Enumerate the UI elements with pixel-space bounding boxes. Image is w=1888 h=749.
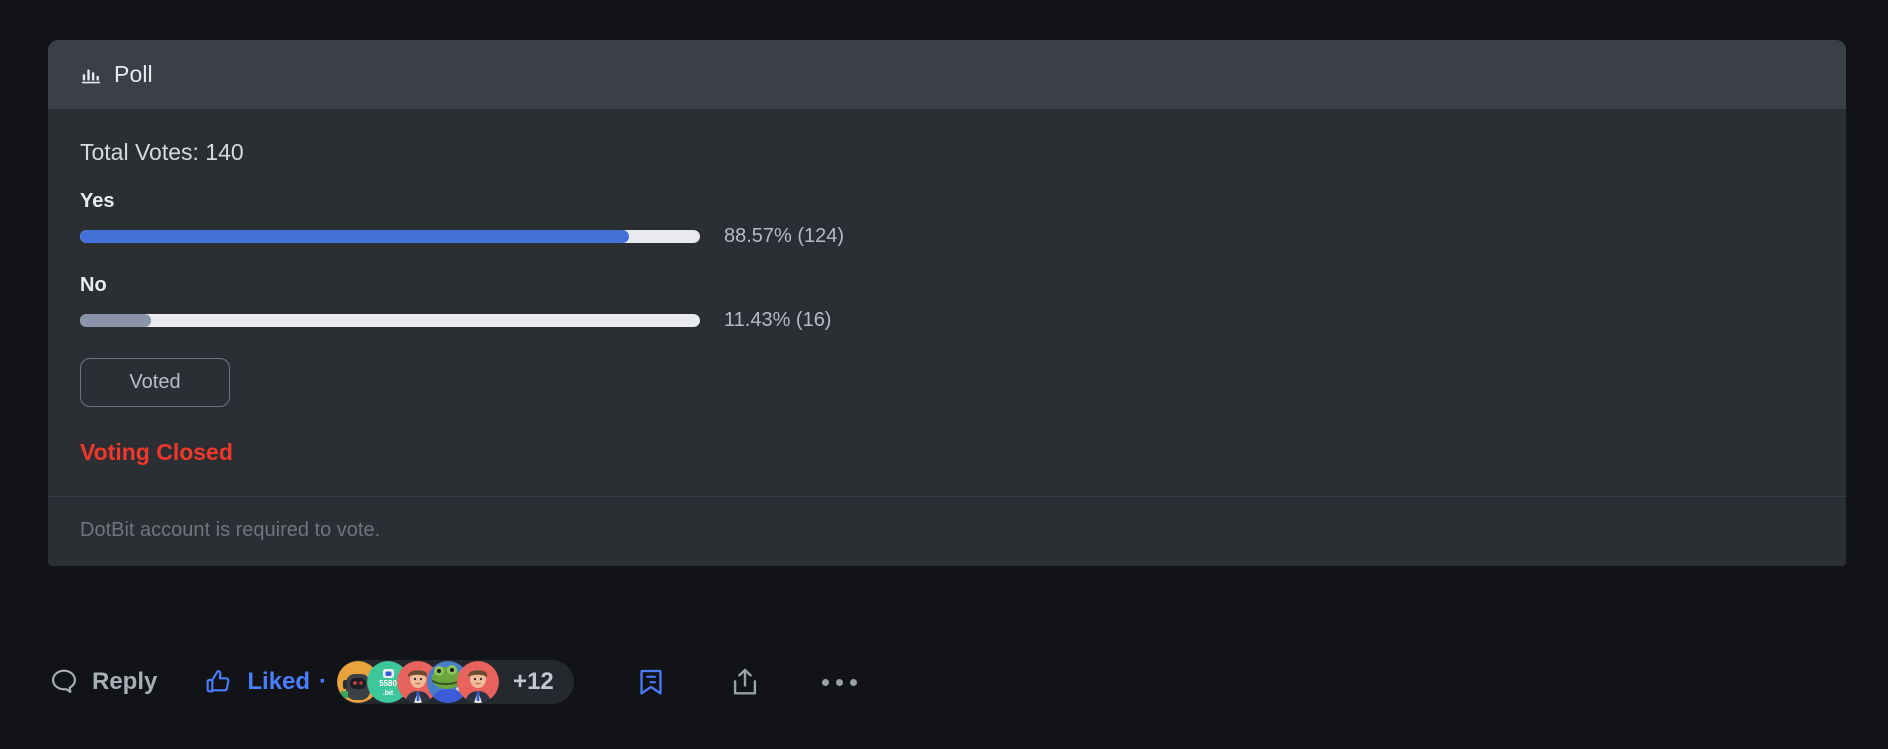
poll-option-no[interactable]: No 11.43% (16) [80, 274, 1814, 332]
share-button[interactable] [728, 665, 762, 699]
poll-option-label: No [80, 274, 107, 296]
poll-body: Total Votes: 140 Yes 88.57% (124) No 11.… [48, 109, 1846, 496]
poll-option-row: 11.43% (16) [80, 309, 1814, 332]
share-upload-icon [733, 668, 756, 695]
poll-option-row: 88.57% (124) [80, 225, 1814, 248]
thumbs-up-icon [206, 670, 230, 693]
poll-option-yes[interactable]: Yes 88.57% (124) [80, 190, 1814, 248]
like-button[interactable]: Liked · [203, 666, 327, 698]
comment-bubble-icon [51, 669, 76, 693]
bookmark-icon [640, 669, 662, 695]
svg-text:5580: 5580 [379, 679, 397, 688]
post-detail-screen: Poll Total Votes: 140 Yes 88.57% (124) N… [0, 0, 1888, 749]
poll-bar-chart-icon [81, 69, 101, 83]
reply-button[interactable]: Reply [48, 666, 157, 698]
voting-closed-status: Voting Closed [80, 439, 233, 465]
more-horizontal-icon [821, 678, 857, 686]
poll-option-value: 88.57% (124) [724, 225, 845, 247]
likers-avatar-stack[interactable]: 5580 .bit +12 [337, 660, 574, 704]
likers-extra-count: +12 [513, 668, 554, 695]
bookmark-button[interactable] [634, 665, 668, 699]
poll-card-footer: DotBit account is required to vote. [48, 496, 1846, 566]
post-action-bar: Reply Liked · 5580 .bit +12 [48, 660, 857, 704]
poll-card-header: Poll [48, 40, 1846, 109]
poll-option-bar-track [80, 314, 700, 327]
poll-option-bar-fill [80, 230, 630, 243]
svg-text:.bit: .bit [383, 690, 394, 697]
like-label: Liked [247, 668, 311, 695]
poll-option-label: Yes [80, 190, 115, 212]
poll-footer-note: DotBit account is required to vote. [80, 519, 381, 541]
poll-title: Poll [114, 61, 153, 87]
poll-option-bar-fill [80, 314, 151, 327]
poll-option-value: 11.43% (16) [724, 309, 832, 331]
like-separator: · [319, 668, 328, 695]
voted-button[interactable]: Voted [80, 358, 230, 407]
poll-card: Poll Total Votes: 140 Yes 88.57% (124) N… [48, 40, 1846, 566]
total-votes-label: Total Votes: 140 [80, 139, 244, 165]
person-avatar-2[interactable] [457, 661, 500, 703]
poll-option-bar-track [80, 230, 700, 243]
reply-label: Reply [92, 668, 158, 695]
more-options-button[interactable] [821, 678, 857, 686]
